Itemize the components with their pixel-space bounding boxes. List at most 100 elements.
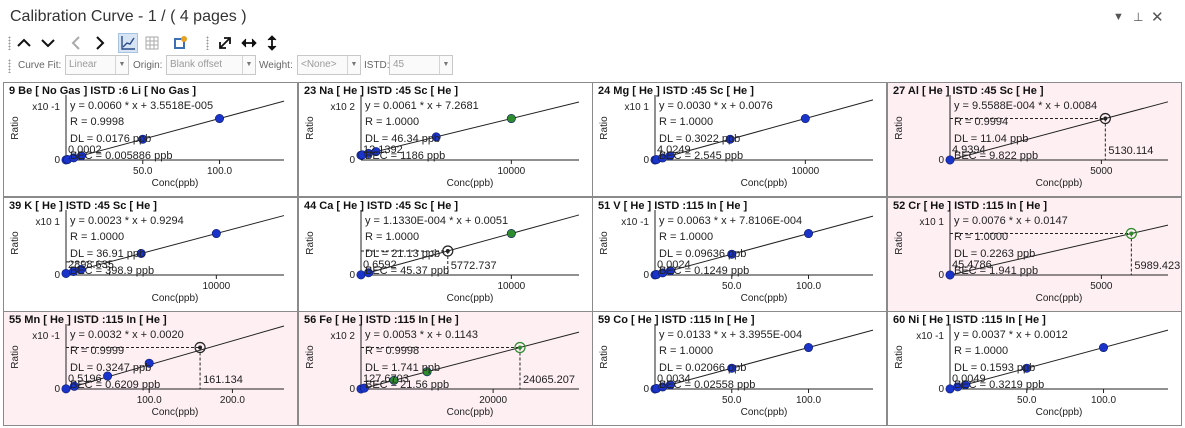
chevron-down-icon: ▼ <box>115 56 128 74</box>
calibration-panel[interactable]: 60 Ni [ He ] ISTD :115 In [ He ] 50.0 100.… <box>887 311 1182 426</box>
weight-value: <None> <box>301 59 337 70</box>
calibration-panel[interactable]: 39 K [ He ] ISTD :45 Sc [ He ] 10000 0 x10 … <box>3 197 298 312</box>
istd-select[interactable]: 45 ▼ <box>389 55 453 75</box>
x-axis-label: Conc(ppb) <box>152 178 199 189</box>
calibration-chart: 10000 0 Ratio Conc(ppb) 5772.737 y = 1.1330E-… <box>305 210 580 304</box>
x-axis-label: Conc(ppb) <box>1036 407 1083 418</box>
marker-value-label: 5772.737 <box>451 260 497 272</box>
x-tick-label: 50.0 <box>1017 395 1037 406</box>
chevron-left-icon[interactable] <box>66 33 86 53</box>
calibration-chart: 50.0 100.0 0 x10 -1 Ratio Conc(ppb) y = 0.0063… <box>599 210 874 304</box>
regression-equation: y = 0.0037 * x + 0.0012 <box>954 329 1068 341</box>
calibration-point <box>356 270 366 280</box>
curve-fit-select[interactable]: Linear ▼ <box>65 55 129 75</box>
x-tick-label: 10000 <box>497 166 525 177</box>
marker-value-label: 24065.207 <box>523 374 575 386</box>
y-zero-label: 0 <box>349 384 355 395</box>
chevron-down-icon: ▼ <box>242 56 255 74</box>
calibration-panel[interactable]: 52 Cr [ He ] ISTD :115 In [ He ] 5000 0 x10… <box>887 197 1182 312</box>
marker-value-label: 5989.423 <box>1134 260 1180 272</box>
calibration-chart: 10000 0 x10 1 Ratio Conc(ppb) y = 0.0030 * x … <box>599 95 874 189</box>
chevron-right-icon[interactable] <box>90 33 110 53</box>
y-axis-label: Ratio <box>10 231 21 255</box>
chart-view-icon[interactable] <box>118 33 138 53</box>
x-tick-label: 100.0 <box>796 395 821 406</box>
calibration-point <box>945 155 955 165</box>
sample-point-dot <box>198 345 203 350</box>
chevron-up-icon[interactable] <box>14 33 34 53</box>
grip-icon <box>206 36 209 50</box>
y-axis-label: Ratio <box>599 345 610 369</box>
calibration-point <box>506 229 516 239</box>
calibration-panel[interactable]: 23 Na [ He ] ISTD :45 Sc [ He ] 10000 0 x10… <box>298 82 593 197</box>
regression-equation: y = 0.0030 * x + 0.0076 <box>659 100 773 112</box>
x-axis-label: Conc(ppb) <box>741 407 788 418</box>
marker-value-label: 5130.114 <box>1108 145 1153 157</box>
calibration-panel[interactable]: 55 Mn [ He ] ISTD :115 In [ He ] 100.0 200… <box>3 311 298 426</box>
calibration-chart: 50.0 100.0 0 Ratio Conc(ppb) y = 0.0133 * x +… <box>599 324 874 418</box>
y-zero-label: 0 <box>938 270 944 281</box>
y-axis-label: Ratio <box>894 116 905 140</box>
correlation-value: R = 0.9994 <box>954 116 1008 128</box>
sample-point-dot <box>445 248 450 253</box>
chart-group: 5000 0 Ratio Conc(ppb) 5130.114 y = 9.5588E-0… <box>894 95 1169 189</box>
x-tick-label: 10000 <box>202 281 230 292</box>
vertical-arrows-icon[interactable] <box>262 33 282 53</box>
origin-value: Blank offset <box>170 59 223 70</box>
curve-fit-value: Linear <box>69 59 97 70</box>
expand-icon[interactable] <box>215 33 235 53</box>
y-axis-label: Ratio <box>894 231 905 255</box>
regression-equation: y = 0.0061 * x + 7.2681 <box>365 100 479 112</box>
dropdown-arrow-icon[interactable]: ▼ <box>1113 11 1124 23</box>
y-exponent-label: x10 1 <box>625 102 650 113</box>
horizontal-arrows-icon[interactable] <box>239 33 259 53</box>
report-icon[interactable] <box>170 33 190 53</box>
calibration-panel[interactable]: 51 V [ He ] ISTD :115 In [ He ] 50.0 100.0… <box>592 197 887 312</box>
calibration-panel[interactable]: 24 Mg [ He ] ISTD :45 Sc [ He ] 10000 0 x10… <box>592 82 887 197</box>
calibration-panel[interactable]: 44 Ca [ He ] ISTD :45 Sc [ He ] 10000 0 Rat… <box>298 197 593 312</box>
calibration-chart: 50.0 100.0 0 x10 -1 Ratio Conc(ppb) y = 0.0060… <box>10 95 285 189</box>
correlation-value: R = 1.0000 <box>659 116 713 128</box>
x-tick-label: 100.0 <box>137 395 162 406</box>
y-zero-label: 0 <box>349 270 355 281</box>
y-exponent-label: x10 -1 <box>916 331 944 342</box>
istd-label: ISTD: <box>364 60 390 71</box>
calibration-chart: 10000 0 x10 2 Ratio Conc(ppb) y = 0.0061 * x … <box>305 95 580 189</box>
weight-select[interactable]: <None> ▼ <box>297 55 361 75</box>
correlation-value: R = 1.0000 <box>954 345 1008 357</box>
close-icon[interactable]: ✕ <box>1151 8 1164 26</box>
correlation-value: R = 0.9998 <box>70 116 124 128</box>
x-tick-label: 200.0 <box>220 395 245 406</box>
x-axis-label: Conc(ppb) <box>447 407 494 418</box>
regression-equation: y = 0.0076 * x + 0.0147 <box>954 215 1068 227</box>
x-tick-label: 100.0 <box>796 281 821 292</box>
y-axis-label: Ratio <box>10 345 21 369</box>
chevron-down-icon[interactable] <box>38 33 58 53</box>
curve-fit-label: Curve Fit: <box>18 60 62 71</box>
pin-icon[interactable]: ⊥ <box>1133 10 1143 24</box>
regression-equation: y = 0.0133 * x + 3.3955E-004 <box>659 329 802 341</box>
x-tick-label: 50.0 <box>722 281 742 292</box>
x-tick-label: 5000 <box>1090 281 1113 292</box>
sample-point-dot <box>517 345 522 350</box>
calibration-panel[interactable]: 27 Al [ He ] ISTD :45 Sc [ He ] 5000 0 Rati… <box>887 82 1182 197</box>
calibration-panel[interactable]: 56 Fe [ He ] ISTD :115 In [ He ] 20000 0 x1… <box>298 311 593 426</box>
calibration-panel[interactable]: 59 Co [ He ] ISTD :115 In [ He ] 50.0 100.… <box>592 311 887 426</box>
origin-select[interactable]: Blank offset ▼ <box>166 55 256 75</box>
y-exponent-label: x10 -1 <box>32 331 60 342</box>
calibration-point <box>804 229 814 239</box>
chart-group: 50.0 100.0 0 Ratio Conc(ppb) y = 0.0133 * x +… <box>599 324 874 418</box>
blank-ratio-value: 0.5196 <box>68 373 102 385</box>
y-exponent-label: x10 1 <box>36 217 61 228</box>
chart-group: 10000 0 Ratio Conc(ppb) 5772.737 y = 1.1330E-… <box>305 210 580 304</box>
calibration-panel[interactable]: 9 Be [ No Gas ] ISTD :6 Li [ No Gas ] 50.… <box>3 82 298 197</box>
istd-value: 45 <box>393 59 405 70</box>
toolbar <box>0 32 1185 54</box>
calibration-point <box>800 114 810 124</box>
x-axis-label: Conc(ppb) <box>1036 293 1083 304</box>
y-exponent-label: x10 1 <box>920 217 945 228</box>
table-grid-icon[interactable] <box>142 33 162 53</box>
options-bar: Curve Fit: Linear ▼ Origin: Blank offset ▼… <box>0 54 1185 78</box>
x-axis-label: Conc(ppb) <box>1036 178 1083 189</box>
x-tick-label: 50.0 <box>133 166 153 177</box>
